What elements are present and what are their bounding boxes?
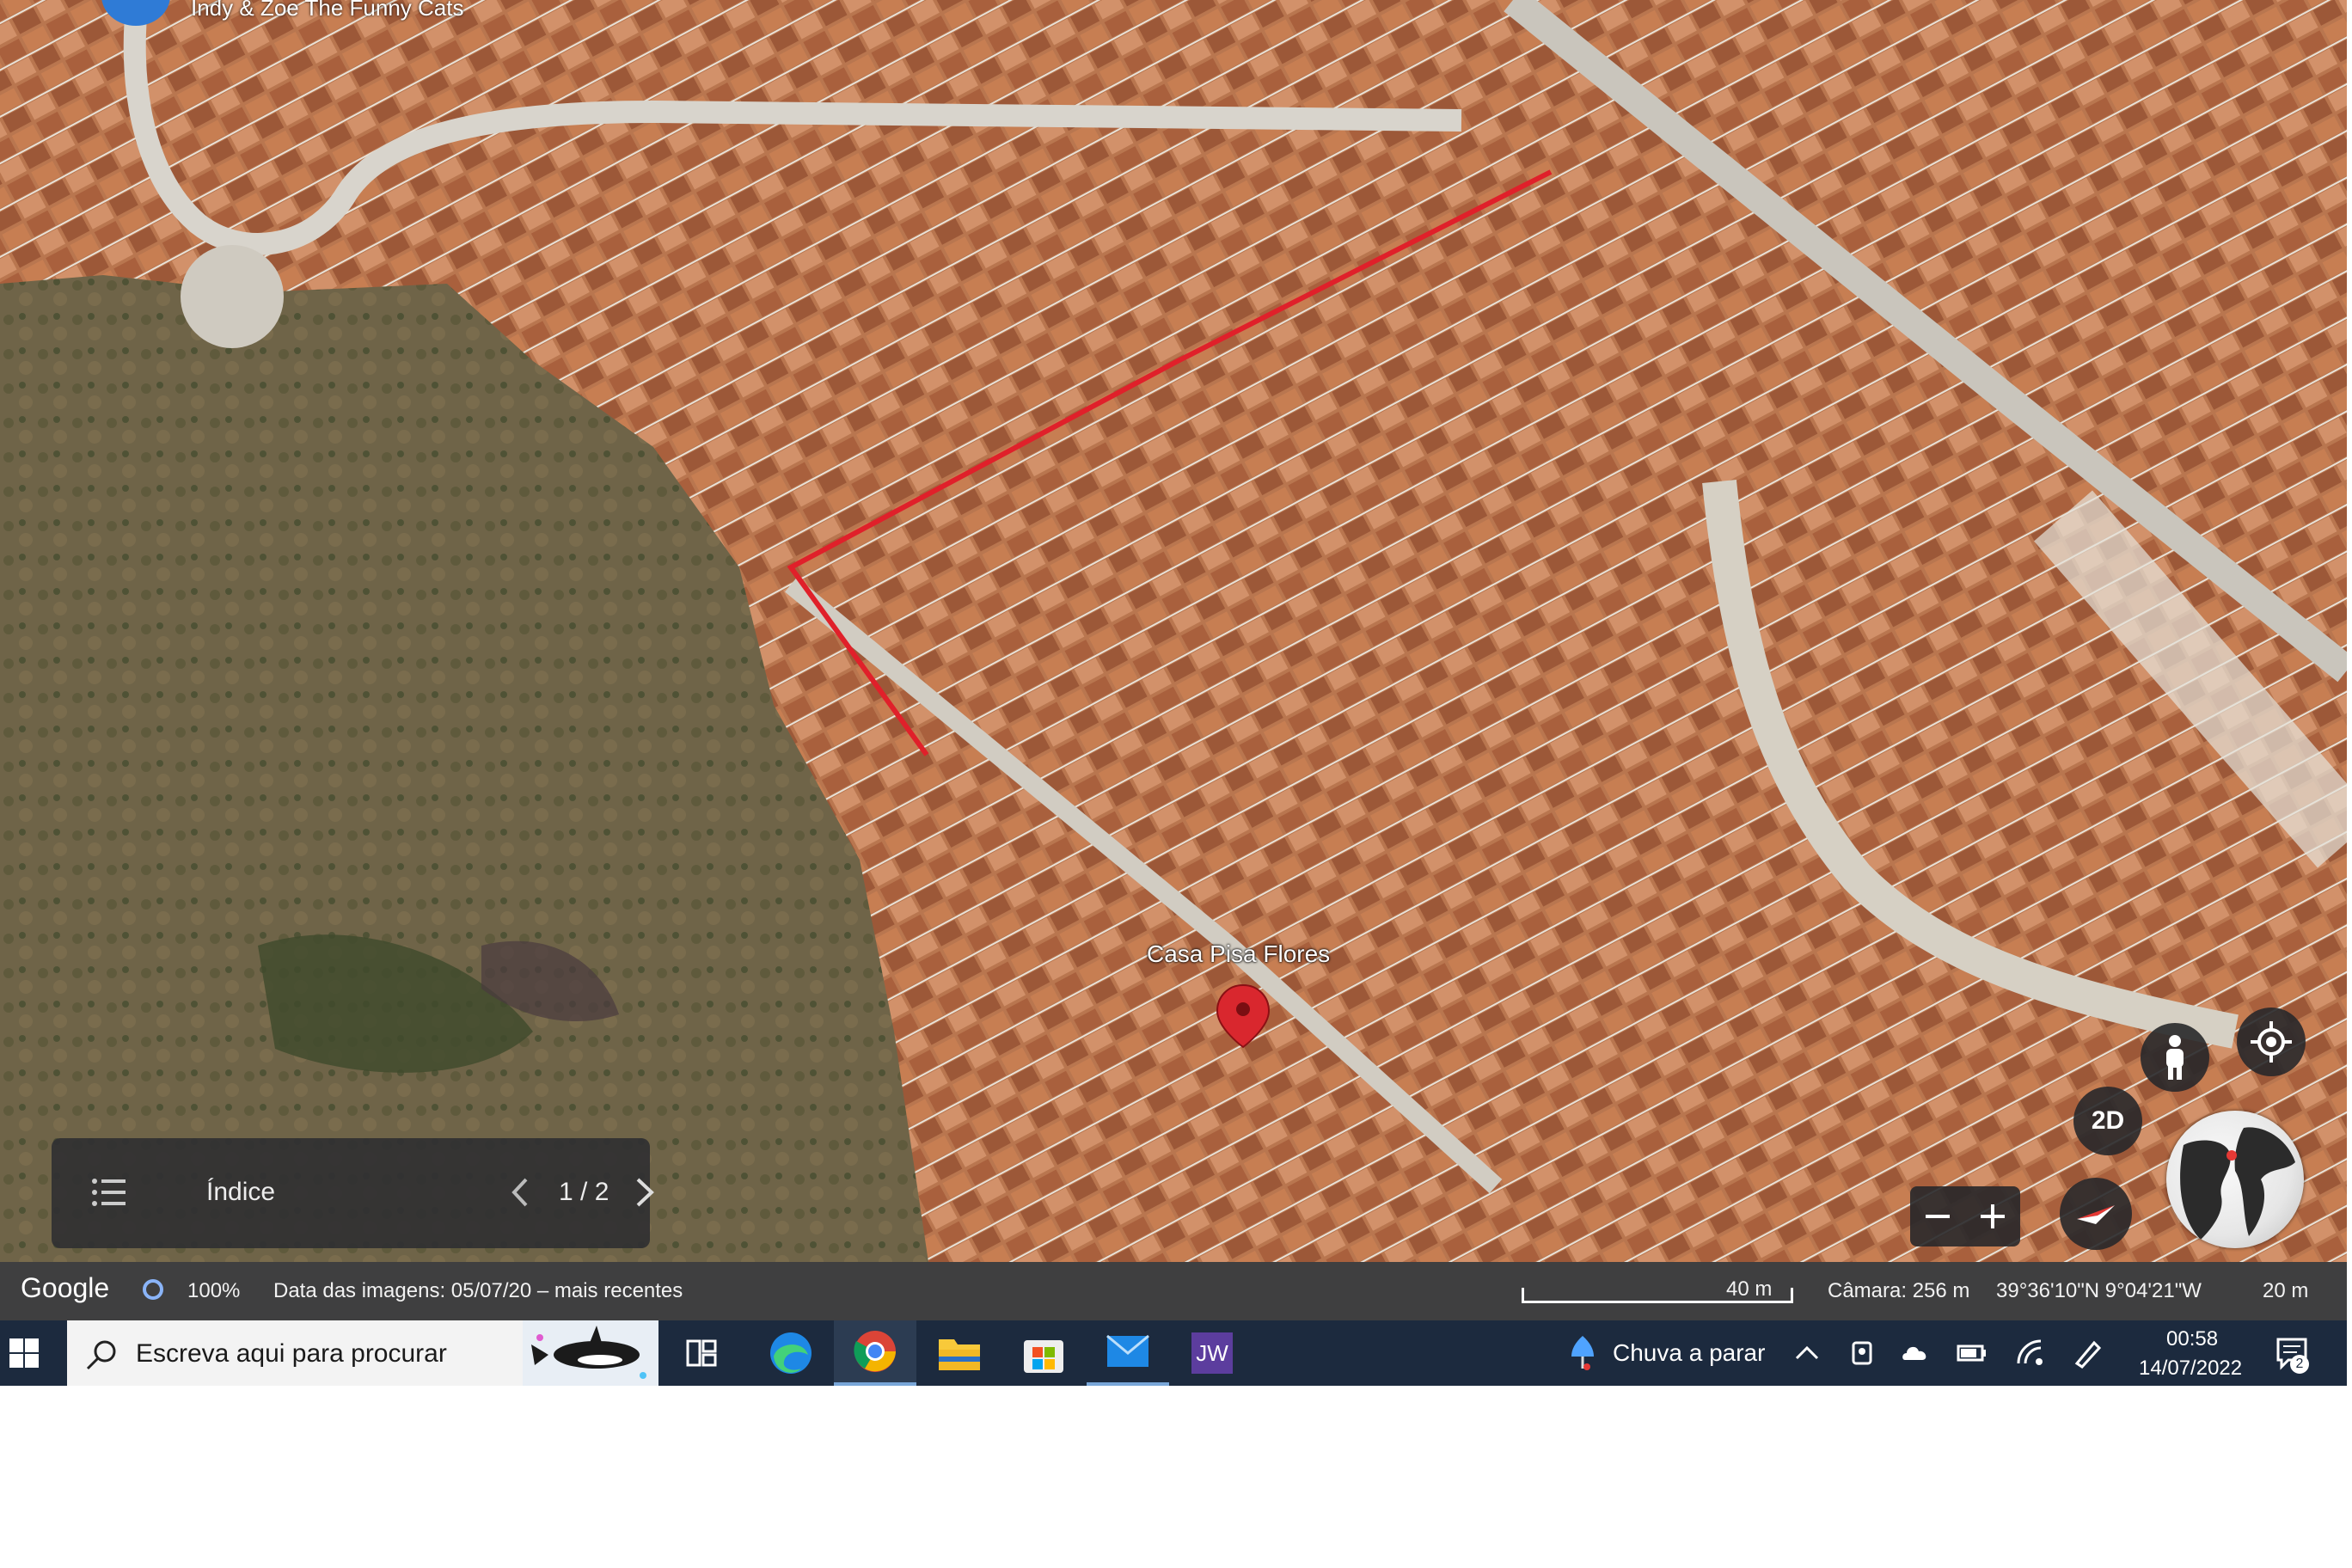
camera-altitude: Câmara: 256 m — [1828, 1279, 1970, 1302]
layer-label[interactable]: Indy & Zoe The Funny Cats — [191, 0, 463, 21]
weather-icon[interactable] — [1570, 1334, 1596, 1372]
my-location-icon — [2251, 1021, 2292, 1063]
status-bar: Google 100% Data das imagens: 05/07/20 –… — [0, 1262, 2347, 1320]
loading-ring-icon — [143, 1279, 163, 1300]
clock-date[interactable]: 14/07/2022 — [2139, 1357, 2242, 1381]
folder-icon — [939, 1339, 980, 1370]
clock-time[interactable]: 00:58 — [2166, 1327, 2218, 1351]
search-placeholder: Escreva aqui para procurar — [136, 1339, 447, 1368]
task-view-icon — [686, 1339, 717, 1367]
imagery-date: Data das imagens: 05/07/20 – mais recent… — [273, 1279, 683, 1302]
windows-logo-icon — [9, 1338, 39, 1368]
load-percent: 100% — [187, 1279, 241, 1302]
start-button[interactable] — [0, 1320, 48, 1386]
coordinates: 39°36'10"N 9°04'21"W — [1996, 1279, 2202, 1302]
page-indicator: 1 / 2 — [559, 1178, 609, 1206]
jw-icon: JW — [1191, 1332, 1233, 1374]
scale-label: 40 m — [1726, 1277, 1773, 1301]
chevron-right-icon[interactable] — [628, 1173, 662, 1212]
store-button[interactable] — [1002, 1320, 1085, 1386]
meet-now-icon[interactable] — [1848, 1338, 1879, 1369]
chevron-left-icon[interactable] — [504, 1173, 538, 1212]
screen: Indy & Zoe The Funny Cats Casa Pisa Flor… — [0, 0, 2347, 1386]
map-view[interactable]: Indy & Zoe The Funny Cats Casa Pisa Flor… — [0, 0, 2347, 1262]
pegman-button[interactable] — [2141, 1023, 2209, 1092]
pegman-icon — [2166, 1035, 2184, 1080]
index-panel: Índice 1 / 2 — [52, 1138, 654, 1248]
my-location-button[interactable] — [2237, 1008, 2306, 1076]
taskbar-search-input[interactable]: Escreva aqui para procurar — [67, 1320, 658, 1386]
notification-count-badge: 2 — [2290, 1355, 2309, 1374]
satellite-imagery[interactable] — [0, 0, 2347, 1262]
minus-icon[interactable] — [1910, 1186, 1965, 1246]
zoom-controls — [1910, 1186, 2020, 1246]
compass-icon — [2077, 1205, 2115, 1224]
mail-button[interactable] — [1087, 1320, 1169, 1386]
search-icon — [86, 1340, 116, 1370]
weather-text[interactable]: Chuva a parar — [1613, 1339, 1765, 1367]
index-title[interactable]: Índice — [206, 1178, 275, 1207]
chrome-button[interactable] — [834, 1320, 916, 1386]
jw-button[interactable]: JW — [1171, 1320, 1253, 1386]
file-explorer-button[interactable] — [918, 1320, 1001, 1386]
battery-icon[interactable] — [1957, 1338, 1988, 1369]
roundabout — [181, 245, 284, 348]
google-logo: Google — [21, 1272, 110, 1303]
compass-button[interactable] — [2060, 1178, 2132, 1250]
ground-altitude: 20 m — [2263, 1279, 2309, 1302]
pen-icon[interactable] — [2072, 1338, 2103, 1369]
taskbar: Escreva aqui para procurar JW Chuva a pa… — [0, 1320, 2347, 1386]
view-toggle-2d-button[interactable]: 2D — [2073, 1087, 2142, 1155]
edge-button[interactable] — [750, 1320, 832, 1386]
chevron-up-icon[interactable] — [1792, 1338, 1822, 1369]
wifi-icon[interactable] — [2015, 1338, 2046, 1369]
orca-illustration-icon[interactable] — [523, 1320, 658, 1386]
globe-icon[interactable] — [2166, 1111, 2304, 1248]
placemark-label[interactable]: Casa Pisa Flores — [1147, 940, 1330, 968]
plus-icon[interactable] — [1965, 1186, 2020, 1246]
task-view-button[interactable] — [677, 1320, 726, 1386]
mail-icon — [1106, 1334, 1149, 1367]
list-icon[interactable] — [91, 1178, 126, 1207]
store-icon — [1024, 1340, 1063, 1373]
onedrive-cloud-icon[interactable] — [1900, 1338, 1931, 1369]
edge-icon — [770, 1332, 812, 1374]
chrome-icon — [854, 1331, 896, 1372]
